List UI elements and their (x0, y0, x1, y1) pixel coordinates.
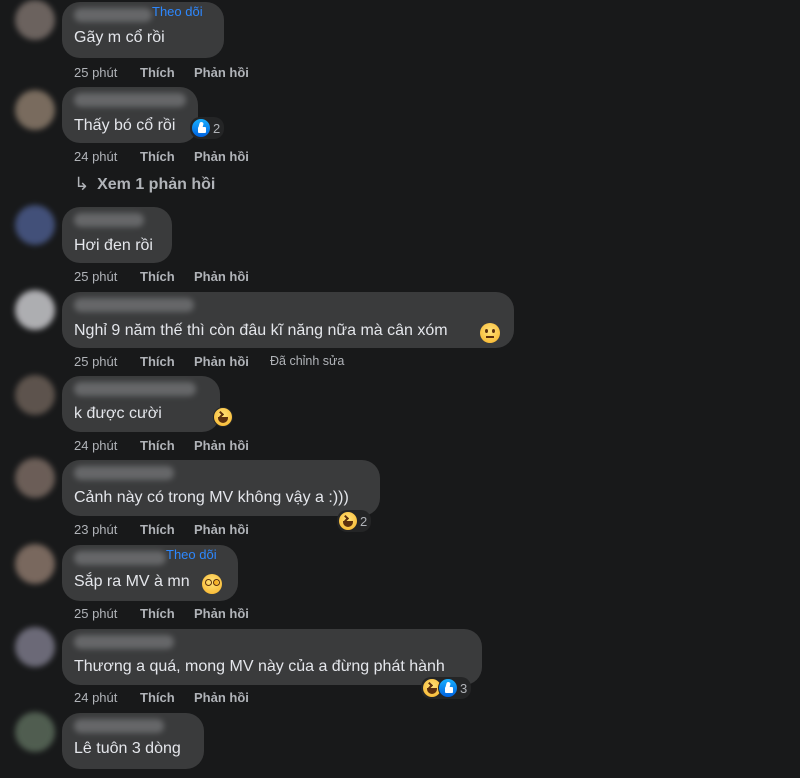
comment-text: Lê tuôn 3 dòng (74, 740, 181, 757)
comment-time[interactable]: 25 phút (74, 354, 140, 369)
comment-text: Hơi đen rồi (74, 237, 153, 254)
reaction-count: 2 (360, 513, 368, 529)
commenter-name[interactable] (74, 93, 186, 107)
see-replies-label: Xem 1 phản hồi (97, 175, 216, 193)
comment-bubble: Cảnh này có trong MV không vậy a :))) (62, 460, 380, 516)
follow-link[interactable]: Theo dõi (152, 4, 203, 19)
comment-actions: 25 phút Thích Phản hồi (74, 65, 270, 80)
reply-button[interactable]: Phản hồi (194, 438, 270, 453)
laughing-face-icon (213, 407, 233, 427)
reply-button[interactable]: Phản hồi (194, 65, 270, 80)
commenter-name[interactable] (74, 213, 144, 227)
avatar[interactable] (15, 205, 55, 245)
like-icon (438, 678, 458, 698)
comment-bubble: k được cười (62, 376, 220, 432)
comment-time[interactable]: 24 phút (74, 149, 140, 164)
commenter-name[interactable] (74, 382, 196, 396)
comment-time[interactable]: 25 phút (74, 269, 140, 284)
comment-bubble: Hơi đen rồi (62, 207, 172, 263)
comment-time[interactable]: 24 phút (74, 690, 140, 705)
edited-label: Đã chỉnh sửa (270, 354, 345, 368)
like-button[interactable]: Thích (140, 65, 194, 80)
like-button[interactable]: Thích (140, 269, 194, 284)
comment-text: Thấy bó cổ rồi (74, 117, 176, 134)
like-button[interactable]: Thích (140, 354, 194, 369)
avatar[interactable] (15, 712, 55, 752)
comment-actions: 24 phút Thích Phản hồi (74, 690, 270, 705)
neutral-face-icon (480, 323, 500, 343)
reaction-count: 3 (460, 680, 468, 696)
commenter-name[interactable] (74, 551, 166, 565)
reaction-summary[interactable]: 2 (190, 117, 225, 139)
reply-button[interactable]: Phản hồi (194, 690, 270, 705)
comment-bubble: Lê tuôn 3 dòng (62, 713, 204, 769)
comment-time[interactable]: 25 phút (74, 606, 140, 621)
avatar[interactable] (15, 544, 55, 584)
comment-bubble: Theo dõi Sắp ra MV à mn (62, 545, 238, 601)
comment-actions: 23 phút Thích Phản hồi (74, 522, 270, 537)
comment-bubble: Nghỉ 9 năm thế thì còn đâu kĩ năng nữa m… (62, 292, 514, 348)
comment-actions: 25 phút Thích Phản hồi Đã chỉnh sửa (74, 354, 344, 369)
commenter-name[interactable] (74, 298, 194, 312)
avatar[interactable] (15, 375, 55, 415)
reply-button[interactable]: Phản hồi (194, 149, 270, 164)
reaction-summary[interactable]: 2 (337, 510, 372, 532)
comment-time[interactable]: 23 phút (74, 522, 140, 537)
comment-text: Cảnh này có trong MV không vậy a :))) (74, 489, 349, 506)
commenter-name[interactable] (74, 635, 174, 649)
comment-actions: 25 phút Thích Phản hồi (74, 606, 270, 621)
reply-button[interactable]: Phản hồi (194, 269, 270, 284)
comment-text: Nghỉ 9 năm thế thì còn đâu kĩ năng nữa m… (74, 322, 448, 339)
commenter-name[interactable] (74, 719, 164, 733)
comment-time[interactable]: 25 phút (74, 65, 140, 80)
comment-text: Sắp ra MV à mn (74, 573, 190, 590)
avatar[interactable] (15, 0, 55, 40)
comment-text: k được cười (74, 405, 162, 422)
comment-text: Gãy m cổ rồi (74, 29, 165, 46)
like-button[interactable]: Thích (140, 690, 194, 705)
haha-icon (338, 511, 358, 531)
like-button[interactable]: Thích (140, 522, 194, 537)
reply-button[interactable]: Phản hồi (194, 606, 270, 621)
see-replies-link[interactable]: ↳ Xem 1 phản hồi (74, 174, 215, 195)
commenter-name[interactable] (74, 8, 152, 22)
comment-actions: 25 phút Thích Phản hồi (74, 269, 270, 284)
comment-time[interactable]: 24 phút (74, 438, 140, 453)
like-button[interactable]: Thích (140, 149, 194, 164)
reply-button[interactable]: Phản hồi (194, 354, 270, 369)
comment-bubble: Thương a quá, mong MV này của a đừng phá… (62, 629, 482, 685)
avatar[interactable] (15, 458, 55, 498)
reaction-summary[interactable]: 3 (421, 677, 472, 699)
reply-button[interactable]: Phản hồi (194, 522, 270, 537)
comment-bubble: Thấy bó cổ rồi (62, 87, 198, 143)
comment-bubble: Theo dõi Gãy m cổ rồi (62, 2, 224, 58)
avatar[interactable] (15, 90, 55, 130)
reply-arrow-icon: ↳ (74, 174, 90, 194)
follow-link[interactable]: Theo dõi (166, 547, 217, 562)
avatar[interactable] (15, 290, 55, 330)
avatar[interactable] (15, 627, 55, 667)
dizzy-face-icon (202, 574, 222, 594)
like-button[interactable]: Thích (140, 606, 194, 621)
comment-text: Thương a quá, mong MV này của a đừng phá… (74, 658, 445, 675)
like-button[interactable]: Thích (140, 438, 194, 453)
commenter-name[interactable] (74, 466, 174, 480)
reaction-count: 2 (213, 120, 221, 136)
like-icon (191, 118, 211, 138)
comment-actions: 24 phút Thích Phản hồi (74, 149, 270, 164)
comment-actions: 24 phút Thích Phản hồi (74, 438, 270, 453)
